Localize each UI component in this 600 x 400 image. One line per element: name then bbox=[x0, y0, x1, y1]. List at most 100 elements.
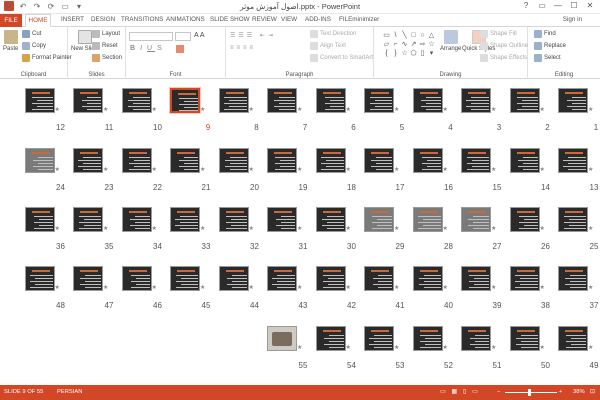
copy-button[interactable]: Copy bbox=[22, 42, 46, 50]
slide-preview[interactable] bbox=[73, 266, 103, 291]
tab-fileminimizer[interactable]: FILEminimizer bbox=[339, 16, 379, 23]
slide-preview[interactable] bbox=[509, 207, 540, 232]
slide-preview[interactable] bbox=[315, 326, 346, 351]
cut-button[interactable]: Cut bbox=[22, 30, 41, 38]
tab-file[interactable]: FILE bbox=[0, 14, 22, 27]
slide-preview[interactable] bbox=[170, 148, 200, 173]
shape-outline-button[interactable]: Shape Outline bbox=[480, 42, 528, 50]
font-style-buttons[interactable]: BIUS bbox=[130, 45, 165, 52]
slide-preview[interactable] bbox=[315, 266, 346, 291]
slide-preview[interactable] bbox=[170, 88, 200, 113]
fit-slide-icon[interactable]: ⊡ bbox=[590, 389, 595, 395]
tab-insert[interactable]: INSERT bbox=[61, 16, 84, 23]
select-button[interactable]: Select bbox=[534, 54, 561, 62]
slide-preview[interactable] bbox=[218, 148, 249, 173]
slide-preview[interactable] bbox=[267, 326, 297, 351]
slide-preview[interactable] bbox=[412, 148, 443, 173]
slide-preview[interactable] bbox=[509, 148, 540, 173]
slide-preview[interactable] bbox=[218, 207, 249, 232]
slide-preview[interactable] bbox=[461, 148, 491, 173]
tab-transitions[interactable]: TRANSITIONS bbox=[121, 16, 163, 23]
tab-animations[interactable]: ANIMATIONS bbox=[166, 16, 205, 23]
slide-preview[interactable] bbox=[509, 326, 540, 351]
slide-preview[interactable] bbox=[558, 326, 588, 351]
help-icon[interactable]: ? bbox=[518, 0, 534, 12]
find-button[interactable]: Find bbox=[534, 30, 556, 38]
layout-button[interactable]: Layout bbox=[92, 30, 120, 38]
slide-preview[interactable] bbox=[412, 88, 443, 113]
slide-preview[interactable] bbox=[170, 207, 200, 232]
slide-preview[interactable] bbox=[558, 207, 588, 232]
reset-button[interactable]: Reset bbox=[92, 42, 118, 50]
slide-preview[interactable] bbox=[121, 266, 152, 291]
shape-effects-button[interactable]: Shape Effects bbox=[480, 54, 527, 62]
slide-preview[interactable] bbox=[412, 326, 443, 351]
slide-preview[interactable] bbox=[558, 148, 588, 173]
font-family-box[interactable] bbox=[129, 32, 173, 41]
tab-design[interactable]: DESIGN bbox=[91, 16, 115, 23]
slide-preview[interactable] bbox=[364, 88, 394, 113]
slide-preview[interactable] bbox=[24, 207, 55, 232]
slide-preview[interactable] bbox=[461, 88, 491, 113]
align-buttons[interactable]: ≡≡≡≡ bbox=[230, 45, 256, 51]
slide-preview[interactable] bbox=[218, 266, 249, 291]
slide-preview[interactable] bbox=[315, 88, 346, 113]
slide-preview[interactable] bbox=[558, 266, 588, 291]
font-color-icon[interactable] bbox=[176, 45, 184, 53]
slide-preview[interactable] bbox=[218, 88, 249, 113]
arrange-button[interactable]: Arrange bbox=[440, 30, 461, 52]
slide-preview[interactable] bbox=[267, 266, 297, 291]
slide-preview[interactable] bbox=[315, 207, 346, 232]
slide-preview[interactable] bbox=[364, 148, 394, 173]
slide-preview[interactable] bbox=[267, 207, 297, 232]
align-text-button[interactable]: Align Text bbox=[310, 42, 346, 50]
tab-slide-show[interactable]: SLIDE SHOW bbox=[210, 16, 250, 23]
slide-preview[interactable] bbox=[267, 148, 297, 173]
font-size-arrows[interactable]: A A bbox=[194, 32, 205, 39]
text-direction-button[interactable]: Text Direction bbox=[310, 30, 356, 38]
shape-fill-button[interactable]: Shape Fill bbox=[480, 30, 517, 38]
zoom-slider-handle[interactable] bbox=[528, 389, 531, 396]
slide-preview[interactable] bbox=[73, 148, 103, 173]
language-indicator[interactable]: PERSIAN bbox=[57, 389, 82, 395]
sign-in-link[interactable]: Sign in bbox=[563, 16, 582, 23]
font-size-box[interactable] bbox=[175, 32, 191, 41]
zoom-in-icon[interactable]: + bbox=[559, 389, 562, 395]
replace-button[interactable]: Replace bbox=[534, 42, 566, 50]
slide-preview[interactable] bbox=[73, 207, 103, 232]
tab-review[interactable]: REVIEW bbox=[252, 16, 277, 23]
slide-preview[interactable] bbox=[558, 88, 588, 113]
ribbon-display-icon[interactable]: ▭ bbox=[534, 0, 550, 12]
slide-preview[interactable] bbox=[412, 266, 443, 291]
slide-preview[interactable] bbox=[121, 88, 152, 113]
slide-preview[interactable] bbox=[461, 266, 491, 291]
zoom-slider[interactable] bbox=[505, 392, 557, 393]
shapes-gallery[interactable]: ▭ \ ╲ □ ○ △ ▱ ⌐ ∿ ↗ ⇨ ☆ {} ☆ ⬠ ▯ ▾ bbox=[382, 31, 436, 65]
slide-preview[interactable] bbox=[121, 148, 152, 173]
paste-button[interactable]: Paste bbox=[3, 30, 18, 52]
section-button[interactable]: Section bbox=[92, 54, 122, 62]
slide-preview[interactable] bbox=[461, 207, 491, 232]
slide-preview[interactable] bbox=[509, 88, 540, 113]
format-painter-button[interactable]: Format Painter bbox=[22, 54, 72, 62]
zoom-level[interactable]: 38% bbox=[573, 389, 585, 395]
convert-smartart-button[interactable]: Convert to SmartArt bbox=[310, 54, 373, 62]
view-buttons[interactable]: ▭▦▯▭ bbox=[440, 389, 484, 395]
tab-view[interactable]: VIEW bbox=[281, 16, 297, 23]
slide-preview[interactable] bbox=[73, 88, 103, 113]
slide-preview[interactable] bbox=[267, 88, 297, 113]
tab-home[interactable]: HOME bbox=[25, 14, 51, 27]
close-icon[interactable]: ✕ bbox=[582, 0, 598, 12]
slide-preview[interactable] bbox=[412, 207, 443, 232]
slide-preview[interactable] bbox=[315, 148, 346, 173]
list-buttons[interactable]: ☰☰☰ ⇤⇥ bbox=[230, 32, 276, 39]
slide-preview[interactable] bbox=[170, 266, 200, 291]
slide-preview[interactable] bbox=[364, 207, 394, 232]
minimize-icon[interactable]: — bbox=[550, 0, 566, 12]
slide-preview[interactable] bbox=[24, 266, 55, 291]
slide-preview[interactable] bbox=[364, 266, 394, 291]
zoom-out-icon[interactable]: − bbox=[497, 389, 500, 395]
maximize-icon[interactable]: ☐ bbox=[566, 0, 582, 12]
slide-preview[interactable] bbox=[24, 148, 55, 173]
slide-preview[interactable] bbox=[509, 266, 540, 291]
